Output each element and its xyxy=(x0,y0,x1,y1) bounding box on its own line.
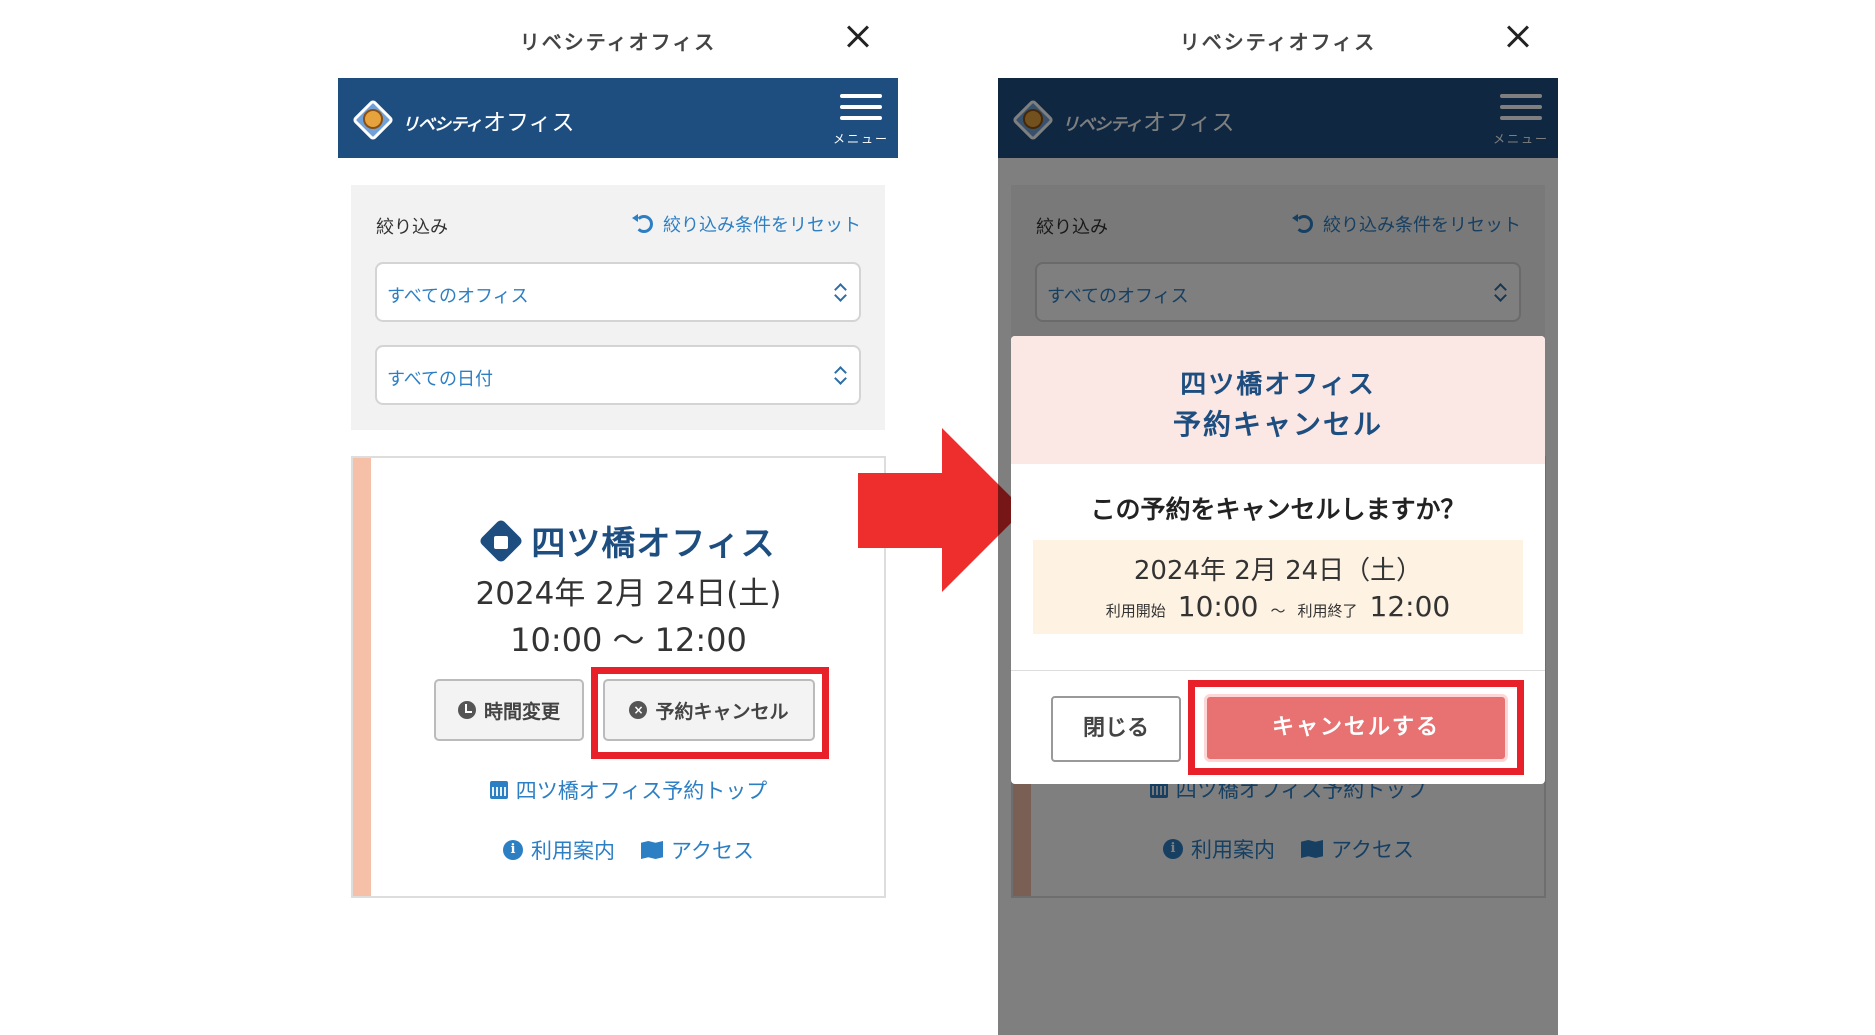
modal-divider xyxy=(1011,670,1545,671)
filter-label: 絞り込み xyxy=(376,217,448,238)
reservation-screen: リベシティオフィス リベシティ オフィス メニュー 絞り込み 絞り込み条件をリセ… xyxy=(338,0,898,1035)
start-time: 10:00 xyxy=(1177,590,1259,623)
select-arrows-icon xyxy=(833,282,849,306)
reset-filter-label: 絞り込み条件をリセット xyxy=(663,215,861,236)
date-select[interactable]: すべての日付 xyxy=(375,345,861,405)
site-logo[interactable]: リベシティ オフィス xyxy=(350,96,575,144)
webview-titlebar: リベシティオフィス xyxy=(998,0,1558,78)
cancel-modal: 四ツ橋オフィス 予約キャンセル この予約をキャンセルしますか？ 2024年 2月… xyxy=(1011,336,1545,784)
reservation-summary: 2024年 2月 24日（土） 利用開始 10:00 〜 利用終了 12:00 xyxy=(1033,540,1523,634)
filter-panel: 絞り込み 絞り込み条件をリセット すべてのオフィス すべての日付 xyxy=(351,185,885,430)
lion-logo-icon xyxy=(350,97,396,143)
office-select[interactable]: すべてのオフィス xyxy=(375,262,861,322)
office-select-value: すべてのオフィス xyxy=(387,286,529,307)
map-icon xyxy=(641,841,664,859)
webview-titlebar: リベシティオフィス xyxy=(338,0,898,78)
summary-date: 2024年 2月 24日（土） xyxy=(1133,556,1423,586)
card-accent-stripe xyxy=(353,458,371,896)
office-name: 四ツ橋オフィス xyxy=(531,524,776,564)
modal-header: 四ツ橋オフィス 予約キャンセル xyxy=(1011,336,1545,464)
cancel-reservation-button[interactable]: × 予約キャンセル xyxy=(603,679,815,741)
end-time: 12:00 xyxy=(1369,590,1451,623)
modal-question: この予約をキャンセルしますか？ xyxy=(1090,495,1466,524)
reservation-date: 2024年 2月 24日(土) xyxy=(475,576,782,612)
reservation-card: 四ツ橋オフィス 2024年 2月 24日(土) 10:00 〜 12:00 時間… xyxy=(351,456,886,898)
summary-times: 利用開始 10:00 〜 利用終了 12:00 xyxy=(1033,590,1523,623)
office-icon xyxy=(478,517,524,564)
webview-title: リベシティオフィス xyxy=(1179,30,1377,54)
access-label: アクセス xyxy=(671,839,754,863)
right-arrow-icon xyxy=(858,428,1024,593)
office-top-label: 四ツ橋オフィス予約トップ xyxy=(515,779,768,803)
modal-title-action: 予約キャンセル xyxy=(1172,408,1383,441)
access-link[interactable]: アクセス xyxy=(641,835,754,865)
guide-link[interactable]: i 利用案内 xyxy=(503,835,615,865)
logo-text-primary: リベシティ xyxy=(402,115,482,135)
info-icon: i xyxy=(503,840,524,860)
calendar-icon xyxy=(489,781,508,799)
date-select-value: すべての日付 xyxy=(387,369,494,390)
close-icon[interactable] xyxy=(842,20,874,52)
cancel-dialog-screen: リベシティオフィス リベシティ オフィス メニュー 絞り込み 絞り込み条件をリセ… xyxy=(998,0,1558,1035)
close-icon[interactable] xyxy=(1502,20,1534,52)
info-links: i 利用案内 アクセス xyxy=(371,835,886,865)
reset-icon xyxy=(632,214,653,233)
confirm-cancel-button[interactable]: キャンセルする xyxy=(1204,694,1508,762)
change-time-button[interactable]: 時間変更 xyxy=(434,679,584,741)
tilde: 〜 xyxy=(1270,602,1286,620)
change-time-label: 時間変更 xyxy=(483,700,560,723)
cancel-reservation-label: 予約キャンセル xyxy=(655,700,789,723)
logo-text-secondary: オフィス xyxy=(482,110,575,136)
menu-button[interactable]: メニュー xyxy=(828,90,888,146)
close-modal-button[interactable]: 閉じる xyxy=(1051,696,1181,762)
webview-title: リベシティオフィス xyxy=(519,30,717,54)
guide-label: 利用案内 xyxy=(531,839,616,863)
select-arrows-icon xyxy=(833,365,849,389)
x-circle-icon: × xyxy=(629,701,648,719)
reset-filter-link[interactable]: 絞り込み条件をリセット xyxy=(632,211,861,237)
menu-label: メニュー xyxy=(832,132,889,146)
hamburger-icon xyxy=(840,94,882,127)
start-label: 利用開始 xyxy=(1105,602,1166,620)
app-header: リベシティ オフィス メニュー xyxy=(338,78,898,158)
modal-title-office: 四ツ橋オフィス xyxy=(1180,370,1376,400)
end-label: 利用終了 xyxy=(1297,602,1358,620)
card-title: 四ツ橋オフィス xyxy=(371,516,886,565)
office-top-link[interactable]: 四ツ橋オフィス予約トップ xyxy=(371,775,886,805)
clock-icon xyxy=(457,701,476,719)
reservation-time: 10:00 〜 12:00 xyxy=(510,621,747,659)
